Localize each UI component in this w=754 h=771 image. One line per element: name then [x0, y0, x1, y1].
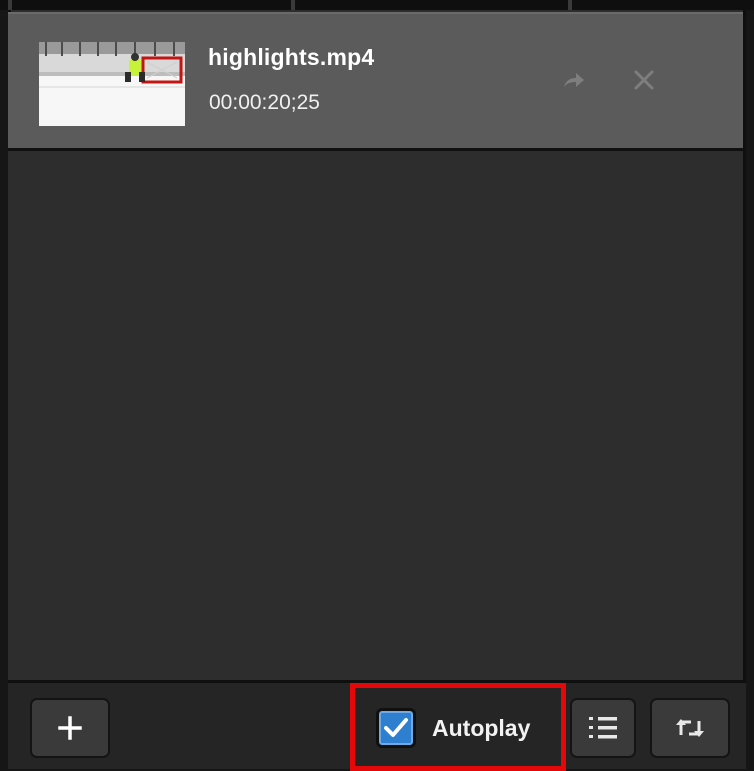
- forward-arrow-icon[interactable]: [560, 66, 588, 94]
- column-separator: [568, 0, 572, 10]
- playlist-order-button[interactable]: [570, 698, 636, 758]
- add-item-button[interactable]: [30, 698, 110, 758]
- repeat-button[interactable]: [650, 698, 730, 758]
- close-icon[interactable]: [630, 66, 658, 94]
- column-separator: [291, 0, 295, 10]
- column-separator: [8, 0, 12, 10]
- item-duration: 00:00:20;25: [209, 91, 320, 114]
- column-header-strip: [0, 0, 754, 10]
- playlist-panel: highlights.mp4 00:00:20;25 Autoplay: [0, 0, 754, 771]
- repeat-icon: [676, 719, 704, 737]
- playlist-empty-area: [8, 151, 743, 680]
- autoplay-checkbox[interactable]: [376, 708, 416, 748]
- autoplay-toggle[interactable]: Autoplay: [376, 705, 530, 751]
- video-thumbnail: [39, 42, 185, 126]
- playlist-footer: Autoplay: [8, 680, 746, 771]
- item-filename: highlights.mp4: [208, 44, 375, 70]
- numbered-list-icon: [589, 717, 617, 739]
- autoplay-label: Autoplay: [432, 714, 531, 741]
- checkmark-icon: [384, 718, 408, 737]
- plus-icon: [58, 716, 82, 740]
- playlist-item[interactable]: highlights.mp4 00:00:20;25: [8, 12, 743, 151]
